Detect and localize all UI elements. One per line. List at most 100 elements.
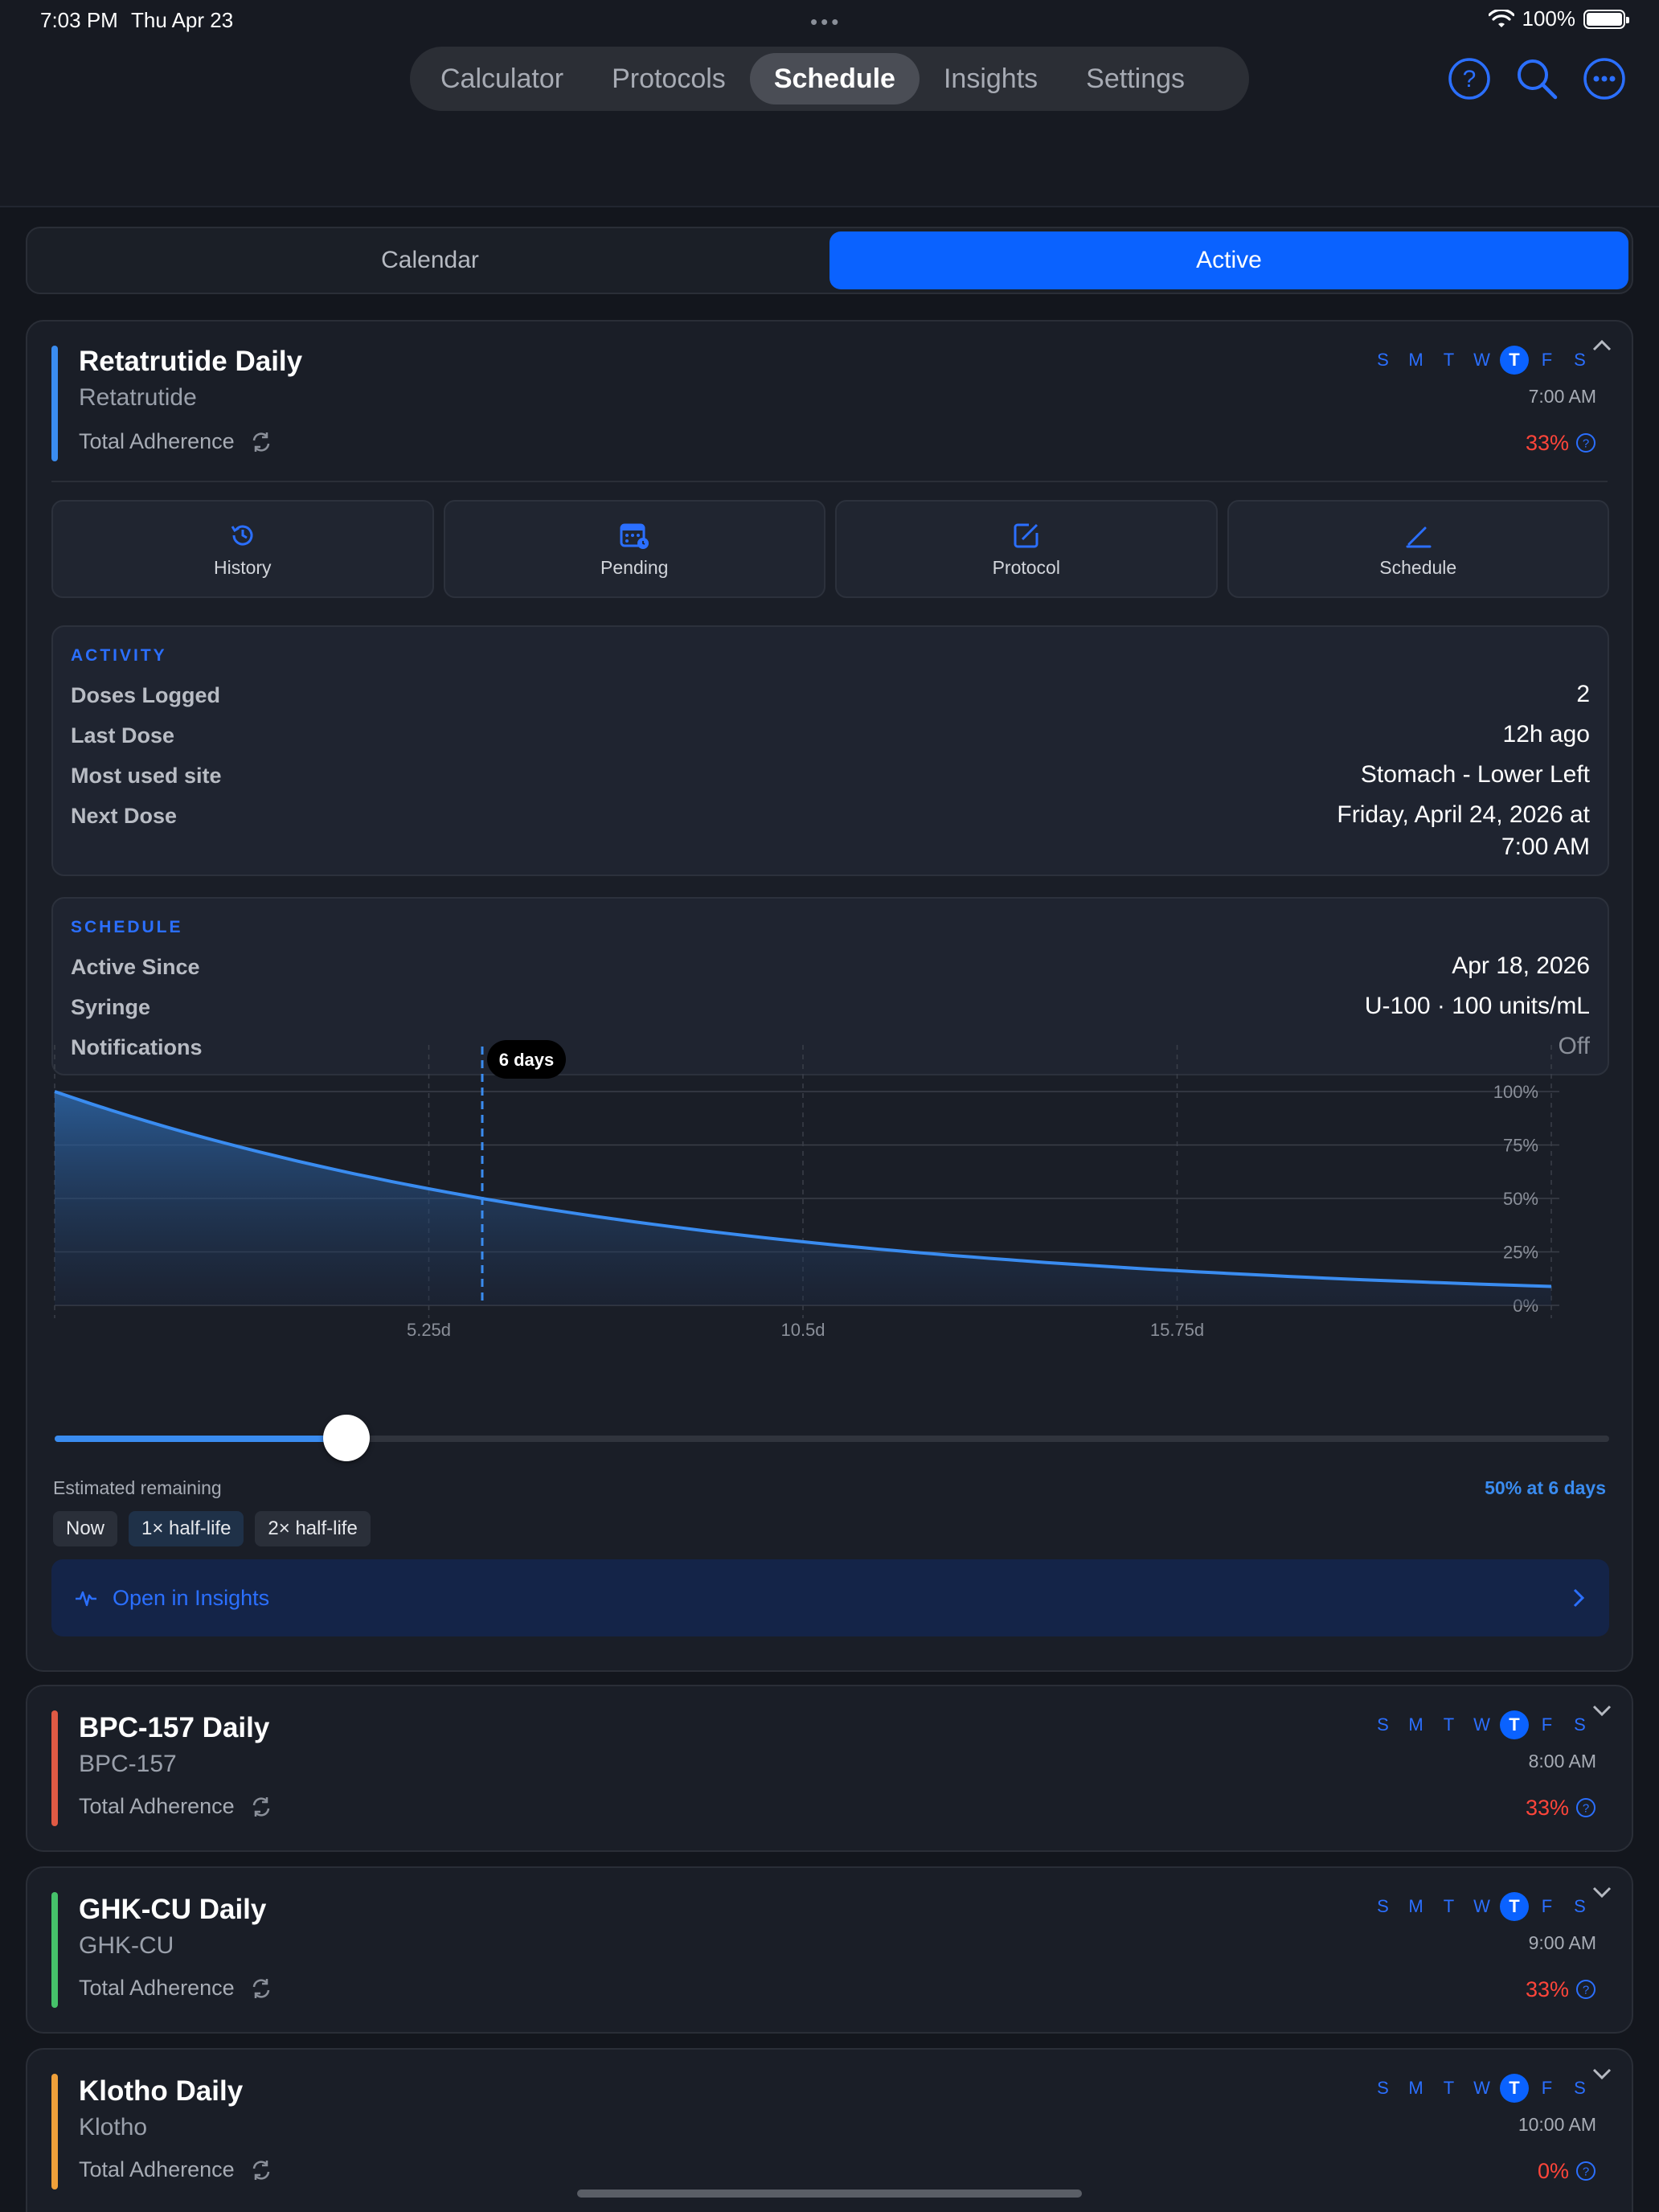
protocol-card-ghkcu[interactable]: GHK-CU Daily GHK-CU Total Adherence SMTW… [26, 1866, 1633, 2034]
protocol-title: GHK-CU Daily [79, 1894, 267, 1925]
marker-label: 6 days [499, 1050, 555, 1070]
segment-active[interactable]: Active [830, 231, 1628, 289]
activity-section: ACTIVITY Doses Logged 2 Last Dose 12h ag… [51, 625, 1609, 876]
dose-time: 10:00 AM [1518, 2114, 1596, 2135]
tab-insights[interactable]: Insights [920, 53, 1062, 104]
adherence-help-icon[interactable]: ? [1575, 1797, 1596, 1818]
syringe-label: Syringe [71, 995, 151, 1019]
time-slider[interactable] [55, 1415, 1609, 1461]
tab-protocols[interactable]: Protocols [588, 53, 750, 104]
weekday: S [1377, 2078, 1389, 2098]
y-tick-label: 50% [1503, 1189, 1538, 1209]
protocol-compound: Retatrutide [79, 384, 197, 411]
adherence-help-icon[interactable]: ? [1575, 432, 1596, 453]
weekday: T [1443, 1714, 1455, 1735]
adherence-row: Total Adherence [79, 2157, 273, 2182]
chip-2x-half-life[interactable]: 2× half-life [255, 1511, 371, 1546]
top-header: 7:03 PM Thu Apr 23 ••• 100% Calculator Pr… [0, 0, 1659, 207]
weekday-today: T [1500, 2074, 1529, 2103]
weekday: S [1574, 1714, 1586, 1735]
status-bar: 7:03 PM Thu Apr 23 ••• 100% [0, 0, 1659, 40]
estimated-remaining-label: Estimated remaining [53, 1477, 222, 1498]
weekday: S [1574, 1896, 1586, 1916]
svg-text:?: ? [1583, 2165, 1589, 2179]
weekday-today: T [1500, 1710, 1529, 1739]
dose-time: 7:00 AM [1528, 386, 1596, 407]
weekday: W [1473, 1896, 1490, 1916]
weekday: S [1574, 2078, 1586, 2098]
chip-now[interactable]: Now [53, 1511, 118, 1546]
search-icon[interactable] [1514, 56, 1559, 101]
protocol-title[interactable]: Retatrutide Daily [79, 346, 302, 378]
protocol-title: BPC-157 Daily [79, 1712, 270, 1743]
x-tick-label: 5.25d [407, 1320, 451, 1340]
status-time: 7:03 PM [40, 8, 118, 32]
estimated-remaining-value: 50% at 6 days [1485, 1477, 1606, 1498]
more-icon[interactable] [1582, 56, 1627, 101]
weekday: W [1473, 1714, 1490, 1735]
protocol-compound: GHK-CU [79, 1932, 174, 1959]
help-icon[interactable]: ? [1447, 56, 1492, 101]
weekday: M [1408, 2078, 1423, 2098]
calendar-active-toggle: Calendar Active [26, 227, 1633, 294]
weekday: S [1377, 1896, 1389, 1916]
protocol-card-bpc157[interactable]: BPC-157 Daily BPC-157 Total Adherence SM… [26, 1685, 1633, 1852]
adherence-help-icon[interactable]: ? [1575, 2161, 1596, 2181]
sync-icon[interactable] [249, 430, 273, 454]
weekday: M [1408, 1714, 1423, 1735]
next-dose-value: Friday, April 24, 2026 at 7:00 AM [1337, 799, 1590, 863]
x-tick-label: 10.5d [780, 1320, 825, 1340]
weekday: T [1443, 350, 1455, 370]
pulse-icon [76, 1591, 96, 1607]
weekday: W [1473, 2078, 1490, 2098]
segment-calendar[interactable]: Calendar [31, 231, 830, 289]
open-in-insights-button[interactable]: Open in Insights [51, 1559, 1609, 1636]
tab-schedule[interactable]: Schedule [749, 53, 920, 104]
adherence-row: Total Adherence [79, 1976, 273, 2001]
pending-button[interactable]: Pending [443, 500, 825, 598]
protocol-color-bar [51, 1892, 58, 2008]
protocol-button[interactable]: Protocol [835, 500, 1218, 598]
history-button[interactable]: History [51, 500, 434, 598]
next-dose-label: Next Dose [71, 804, 178, 828]
history-label: History [213, 556, 272, 578]
chip-1x-half-life[interactable]: 1× half-life [129, 1511, 244, 1546]
y-tick-label: 100% [1493, 1082, 1538, 1102]
adherence-label: Total Adherence [79, 1976, 235, 2000]
home-indicator[interactable] [577, 2189, 1082, 2198]
sync-icon[interactable] [249, 2158, 273, 2182]
sync-icon[interactable] [249, 1795, 273, 1819]
sync-icon[interactable] [249, 1976, 273, 2001]
protocol-label: Protocol [992, 556, 1060, 578]
schedule-title: SCHEDULE [71, 918, 183, 936]
last-dose-label: Last Dose [71, 723, 175, 748]
header-actions: ? [1447, 56, 1627, 101]
decay-chart[interactable]: 100%75%50%25%0%5.25d 10.5d 15.75d6 days [51, 1040, 1609, 1340]
weekday: F [1541, 2078, 1553, 2098]
most-used-site-value: Stomach - Lower Left [1360, 761, 1590, 788]
most-used-site-label: Most used site [71, 764, 222, 788]
edit-icon [1014, 523, 1038, 547]
multitask-dots-icon[interactable]: ••• [810, 10, 842, 35]
weekday: W [1473, 350, 1490, 370]
weekday-indicator: SMTWTFS [1366, 1710, 1596, 1739]
tab-settings[interactable]: Settings [1062, 53, 1209, 104]
adherence-row: Total Adherence [79, 429, 273, 454]
adherence-help-icon[interactable]: ? [1575, 1979, 1596, 2000]
protocol-card-klotho[interactable]: Klotho Daily Klotho Total Adherence SMTW… [26, 2048, 1633, 2212]
dose-time: 9:00 AM [1528, 1932, 1596, 1953]
adherence-label: Total Adherence [79, 1794, 235, 1818]
weekday-today: T [1500, 346, 1529, 375]
slider-fill [55, 1436, 346, 1442]
y-tick-label: 25% [1503, 1243, 1538, 1263]
dose-time: 8:00 AM [1528, 1751, 1596, 1772]
weekday: M [1408, 350, 1423, 370]
active-since-label: Active Since [71, 955, 200, 979]
schedule-button[interactable]: Schedule [1227, 500, 1609, 598]
activity-title: ACTIVITY [71, 646, 167, 665]
protocol-color-bar [51, 2074, 58, 2189]
protocol-title: Klotho Daily [79, 2075, 244, 2107]
tab-calculator[interactable]: Calculator [416, 53, 588, 104]
slider-thumb[interactable] [323, 1415, 370, 1461]
battery-percent: 100% [1522, 6, 1576, 31]
